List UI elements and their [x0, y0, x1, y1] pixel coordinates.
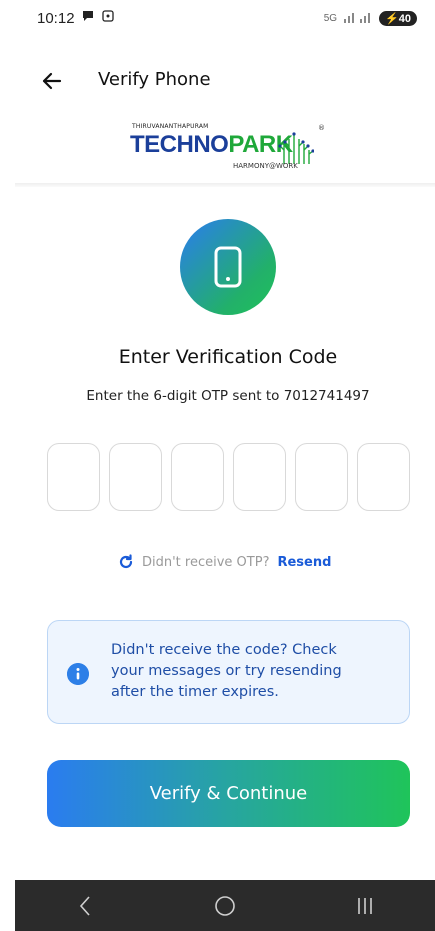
verification-heading: Enter Verification Code	[118, 346, 338, 368]
otp-digit-2[interactable]	[109, 443, 162, 511]
nav-back-button[interactable]	[65, 886, 105, 926]
otp-digit-6[interactable]	[357, 443, 410, 511]
page-title: Verify Phone	[98, 69, 211, 90]
info-icon	[67, 663, 89, 685]
phone-badge	[180, 219, 276, 315]
chevron-left-icon	[79, 895, 90, 916]
network-type: 5G	[323, 12, 338, 24]
chat-notification-icon	[81, 9, 95, 27]
system-nav-bar	[15, 880, 435, 931]
status-right: 5G ⚡40	[323, 10, 417, 26]
logo-brand: TECHNOPARK	[130, 131, 293, 159]
screenshot-notification-icon	[101, 9, 115, 27]
back-button[interactable]	[36, 66, 66, 96]
resend-link[interactable]: Resend	[277, 555, 331, 570]
arrow-left-icon	[42, 72, 62, 90]
home-circle-icon	[215, 895, 235, 916]
technopark-logo: THIRUVANANTHAPURAM TECHNOPARK ® HARMONY@…	[130, 120, 330, 180]
status-time: 10:12	[37, 9, 75, 27]
info-card-text: Didn't receive the code? Check your mess…	[111, 642, 342, 700]
otp-digit-4[interactable]	[233, 443, 286, 511]
battery-level: 40	[398, 12, 411, 25]
logo-registered-mark: ®	[318, 124, 325, 132]
nav-recents-button[interactable]	[345, 886, 385, 926]
otp-input-row	[47, 443, 410, 511]
otp-digit-1[interactable]	[47, 443, 100, 511]
otp-digit-3[interactable]	[171, 443, 224, 511]
verification-subtext: Enter the 6-digit OTP sent to 7012741497	[86, 388, 370, 404]
smartphone-icon	[214, 246, 242, 288]
resend-prompt: Didn't receive OTP?	[142, 554, 270, 570]
app-bar: Verify Phone	[0, 58, 435, 102]
logo-city: THIRUVANANTHAPURAM	[132, 123, 209, 130]
nav-home-button[interactable]	[205, 886, 245, 926]
status-left: 10:12	[37, 9, 115, 27]
logo-brand-part1: TECHNO	[130, 131, 229, 158]
resend-row: Didn't receive OTP? Resend	[118, 554, 331, 570]
logo-tagline: HARMONY@WORK	[233, 162, 298, 170]
refresh-icon	[119, 554, 133, 569]
signal-icon	[343, 11, 373, 26]
header-divider	[15, 183, 435, 187]
otp-digit-5[interactable]	[295, 443, 348, 511]
info-card: Didn't receive the code? Check your mess…	[47, 620, 410, 724]
verify-continue-button[interactable]: Verify & Continue	[47, 760, 410, 827]
status-bar: 10:12 5G ⚡40	[0, 0, 435, 36]
circuit-tree-icon	[278, 132, 314, 164]
recents-icon	[358, 897, 372, 914]
battery-indicator: ⚡40	[379, 10, 417, 26]
